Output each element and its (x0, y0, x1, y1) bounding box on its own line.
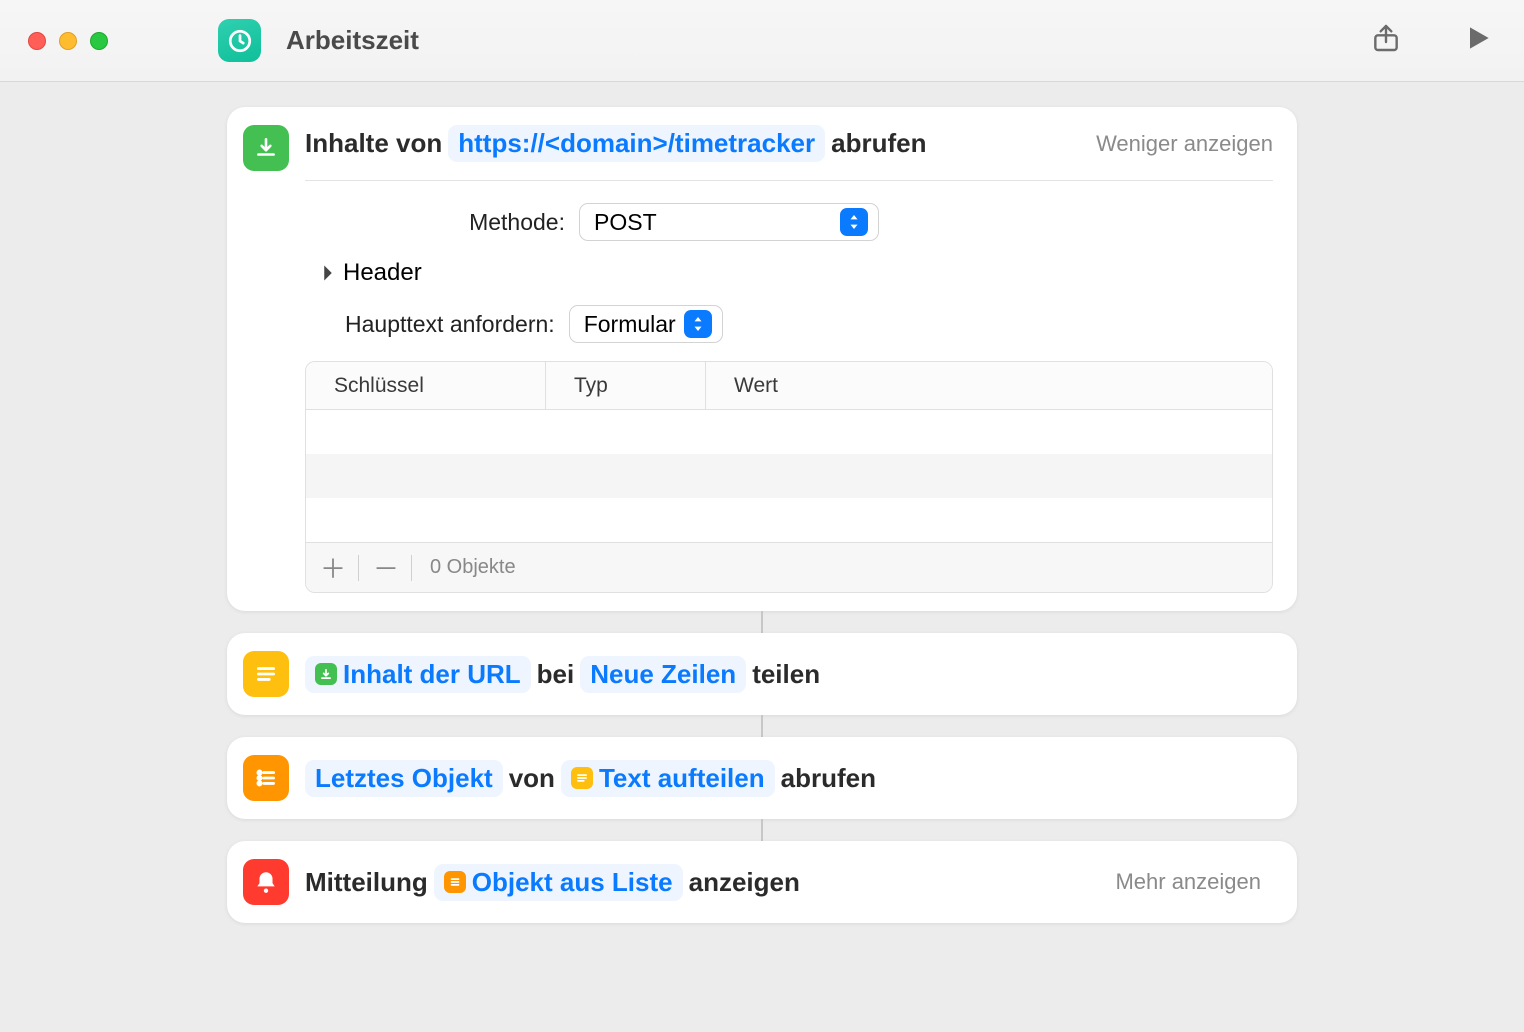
action-get-item-from-list[interactable]: Letztes Objekt von Text aufteilen abrufe… (227, 737, 1297, 819)
maximize-window-button[interactable] (90, 32, 108, 50)
window-title: Arbeitszeit (286, 25, 419, 56)
table-row[interactable] (306, 498, 1272, 542)
list-icon (243, 755, 289, 801)
separator-token[interactable]: Neue Zeilen (580, 656, 746, 693)
titlebar: Arbeitszeit (0, 0, 1524, 82)
table-row[interactable] (306, 410, 1272, 454)
chevron-up-down-icon (684, 310, 712, 338)
close-window-button[interactable] (28, 32, 46, 50)
bell-icon (243, 859, 289, 905)
separator (411, 555, 412, 581)
run-icon[interactable] (1462, 22, 1494, 59)
selector-token[interactable]: Letztes Objekt (305, 760, 503, 797)
chevron-up-down-icon (840, 208, 868, 236)
show-less-toggle[interactable]: Weniger anzeigen (1096, 131, 1273, 157)
form-data-table: Schlüssel Typ Wert ＋ － 0 Objekte (305, 361, 1273, 593)
download-icon (315, 663, 337, 685)
table-header-type: Typ (546, 362, 706, 409)
show-more-toggle[interactable]: Mehr anzeigen (1115, 869, 1261, 895)
method-select[interactable]: POST (579, 203, 879, 241)
download-icon (243, 125, 289, 171)
action-label-suffix: anzeigen (689, 867, 800, 898)
header-disclosure[interactable]: Header (305, 259, 1273, 287)
text-lines-icon (571, 767, 593, 789)
connector (761, 819, 763, 841)
action-label-suffix: abrufen (831, 128, 926, 159)
action-label-mid: von (509, 763, 555, 794)
object-count: 0 Objekte (430, 556, 516, 579)
action-label-prefix: Mitteilung (305, 867, 428, 898)
action-show-notification[interactable]: Mitteilung Objekt aus Liste anzeigen Meh… (227, 841, 1297, 923)
action-label-suffix: abrufen (781, 763, 876, 794)
action-label-mid: bei (537, 659, 575, 690)
variable-token-url-content[interactable]: Inhalt der URL (305, 656, 531, 693)
add-row-button[interactable]: ＋ (320, 549, 344, 586)
share-icon[interactable] (1370, 22, 1402, 59)
connector (761, 715, 763, 737)
variable-token-list-item[interactable]: Objekt aus Liste (434, 864, 683, 901)
request-body-label: Haupttext anfordern: (305, 311, 555, 338)
body-type-select[interactable]: Formular (569, 305, 723, 343)
shortcut-app-icon (218, 19, 261, 62)
table-header-value: Wert (706, 374, 1272, 398)
url-token[interactable]: https://<domain>/timetracker (448, 125, 825, 162)
action-label-suffix: teilen (752, 659, 820, 690)
variable-token-split-text[interactable]: Text aufteilen (561, 760, 775, 797)
divider (305, 180, 1273, 181)
action-get-url-contents[interactable]: Inhalte von https://<domain>/timetracker… (227, 107, 1297, 611)
action-label-prefix: Inhalte von (305, 128, 442, 159)
remove-row-button[interactable]: － (373, 549, 397, 586)
list-icon (444, 871, 466, 893)
separator (358, 555, 359, 581)
text-lines-icon (243, 651, 289, 697)
table-header-key: Schlüssel (306, 362, 546, 409)
table-row[interactable] (306, 454, 1272, 498)
workflow-canvas: Inhalte von https://<domain>/timetracker… (0, 82, 1524, 923)
connector (761, 611, 763, 633)
method-label: Methode: (305, 209, 565, 236)
traffic-lights (28, 32, 108, 50)
action-split-text[interactable]: Inhalt der URL bei Neue Zeilen teilen (227, 633, 1297, 715)
minimize-window-button[interactable] (59, 32, 77, 50)
